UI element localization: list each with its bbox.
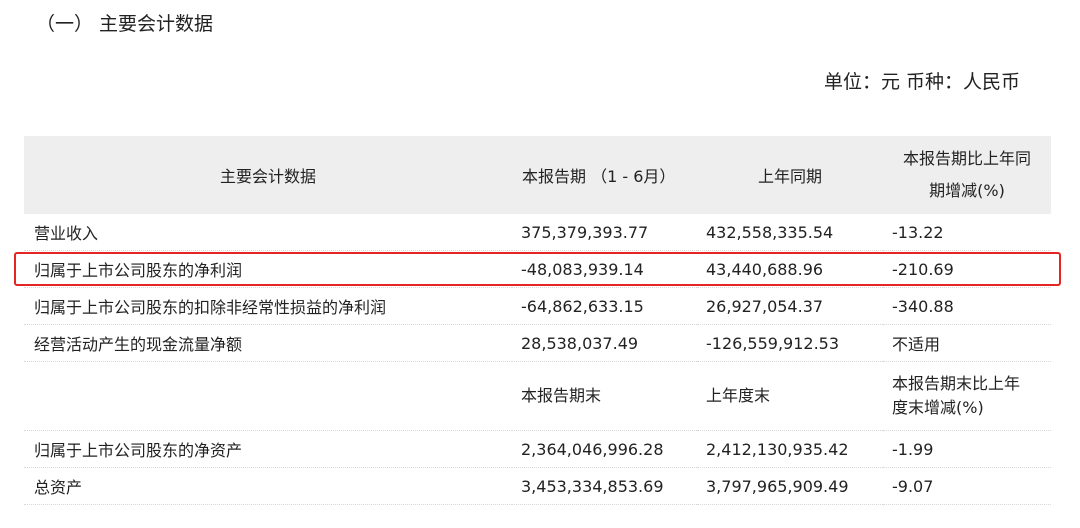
row-current: 2,364,046,996.28: [512, 430, 697, 468]
report-page: （一） 主要会计数据 单位：元 币种：人民币 主要会计数据 本报告期 （1 - …: [0, 0, 1080, 528]
row-prior: -126,559,912.53: [697, 324, 883, 362]
row-prior: 43,440,688.96: [697, 250, 883, 288]
row-current: -48,083,939.14: [512, 250, 697, 288]
subheader-prior-year-end: 上年度末: [697, 361, 883, 431]
header-current-period: 本报告期 （1 - 6月）: [512, 136, 697, 214]
subheader-empty: [24, 361, 512, 431]
row-current: 28,538,037.49: [512, 324, 697, 362]
table-row-highlighted: 归属于上市公司股东的净利润 -48,083,939.14 43,440,688.…: [24, 250, 1051, 288]
row-item: 归属于上市公司股东的扣除非经常性损益的净利润: [24, 287, 512, 325]
table-header-row: 主要会计数据 本报告期 （1 - 6月） 上年同期 本报告期比上年同 期增减(%…: [24, 136, 1051, 214]
row-change: -13.22: [883, 214, 1051, 251]
row-change: 不适用: [883, 324, 1051, 362]
row-prior: 26,927,054.37: [697, 287, 883, 325]
row-item: 总资产: [24, 467, 512, 505]
row-change: -1.99: [883, 430, 1051, 468]
section-title: （一） 主要会计数据: [36, 13, 214, 35]
row-current: 375,379,393.77: [512, 214, 697, 251]
header-prior-period: 上年同期: [697, 136, 883, 214]
row-item: 营业收入: [24, 214, 512, 251]
row-item: 归属于上市公司股东的净利润: [24, 250, 512, 288]
row-change: -9.07: [883, 467, 1051, 505]
table-row: 归属于上市公司股东的扣除非经常性损益的净利润 -64,862,633.15 26…: [24, 287, 1051, 325]
subheader-change-line2: 度末增减(%): [892, 398, 984, 417]
row-item: 经营活动产生的现金流量净额: [24, 324, 512, 362]
header-change-line1: 本报告期比上年同: [902, 149, 1031, 168]
row-current: -64,862,633.15: [512, 287, 697, 325]
subheader-change: 本报告期末比上年 度末增减(%): [883, 361, 1051, 431]
table-row: 营业收入 375,379,393.77 432,558,335.54 -13.2…: [24, 214, 1051, 251]
table-row: 归属于上市公司股东的净资产 2,364,046,996.28 2,412,130…: [24, 430, 1051, 468]
header-item: 主要会计数据: [24, 136, 512, 214]
table-subheader-row: 本报告期末 上年度末 本报告期末比上年 度末增减(%): [24, 361, 1051, 431]
row-change: -210.69: [883, 250, 1051, 288]
unit-currency-note: 单位：元 币种：人民币: [823, 71, 1020, 93]
header-change-line2: 期增减(%): [929, 181, 1005, 200]
row-change: -340.88: [883, 287, 1051, 325]
row-prior: 2,412,130,935.42: [697, 430, 883, 468]
header-change: 本报告期比上年同 期增减(%): [883, 136, 1051, 214]
row-current: 3,453,334,853.69: [512, 467, 697, 505]
row-prior: 432,558,335.54: [697, 214, 883, 251]
subheader-period-end: 本报告期末: [512, 361, 697, 431]
subheader-change-line1: 本报告期末比上年: [892, 374, 1021, 393]
row-item: 归属于上市公司股东的净资产: [24, 430, 512, 468]
accounting-data-table: 主要会计数据 本报告期 （1 - 6月） 上年同期 本报告期比上年同 期增减(%…: [24, 136, 1051, 505]
row-prior: 3,797,965,909.49: [697, 467, 883, 505]
table-row: 经营活动产生的现金流量净额 28,538,037.49 -126,559,912…: [24, 324, 1051, 362]
table-row: 总资产 3,453,334,853.69 3,797,965,909.49 -9…: [24, 467, 1051, 505]
